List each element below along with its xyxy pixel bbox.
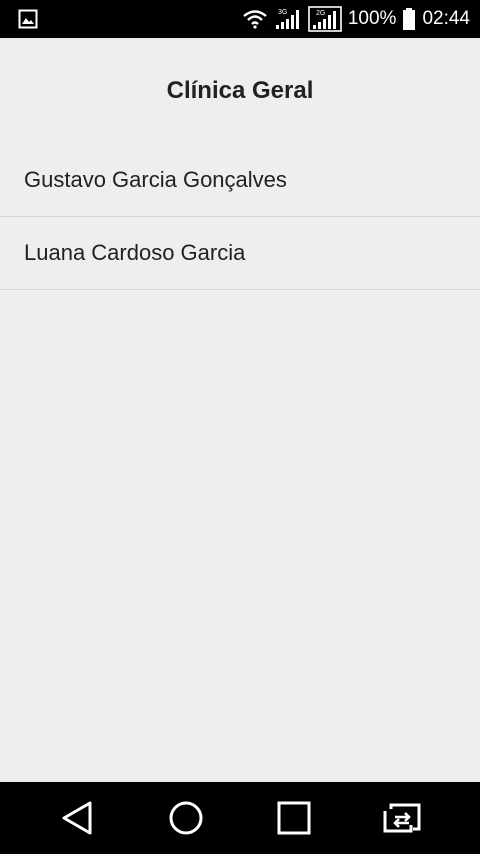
signal-2g-icon: 2G (308, 6, 342, 32)
status-bar: 3G 2G 100% 02:44 (0, 0, 480, 38)
header: Clínica Geral (0, 38, 480, 144)
network-label-3g: 3G (278, 9, 287, 16)
battery-percent: 100% (347, 8, 397, 29)
list-item-label: Gustavo Garcia Gonçalves (24, 167, 287, 192)
back-icon (60, 800, 94, 836)
status-icons: 3G 2G 100% 02:44 (242, 0, 470, 38)
home-icon (168, 800, 204, 836)
switch-button[interactable] (363, 782, 443, 854)
navigation-bar (0, 782, 480, 854)
recents-icon (277, 801, 311, 835)
page-title: Clínica Geral (166, 77, 314, 104)
battery-icon (402, 8, 416, 30)
list-item[interactable]: Luana Cardoso Garcia (0, 217, 480, 290)
back-button[interactable] (37, 782, 117, 854)
doctor-list: Gustavo Garcia Gonçalves Luana Cardoso G… (0, 144, 480, 290)
recents-button[interactable] (254, 782, 334, 854)
network-label-2g: 2G (316, 10, 325, 17)
list-item[interactable]: Gustavo Garcia Gonçalves (0, 144, 480, 217)
list-item-label: Luana Cardoso Garcia (24, 240, 246, 265)
clock: 02:44 (422, 8, 470, 29)
switch-icon (383, 803, 423, 833)
wifi-icon (242, 9, 268, 29)
home-button[interactable] (146, 782, 226, 854)
image-notification-icon (18, 9, 38, 29)
signal-3g-icon: 3G (274, 7, 302, 31)
notification-area (18, 9, 38, 29)
